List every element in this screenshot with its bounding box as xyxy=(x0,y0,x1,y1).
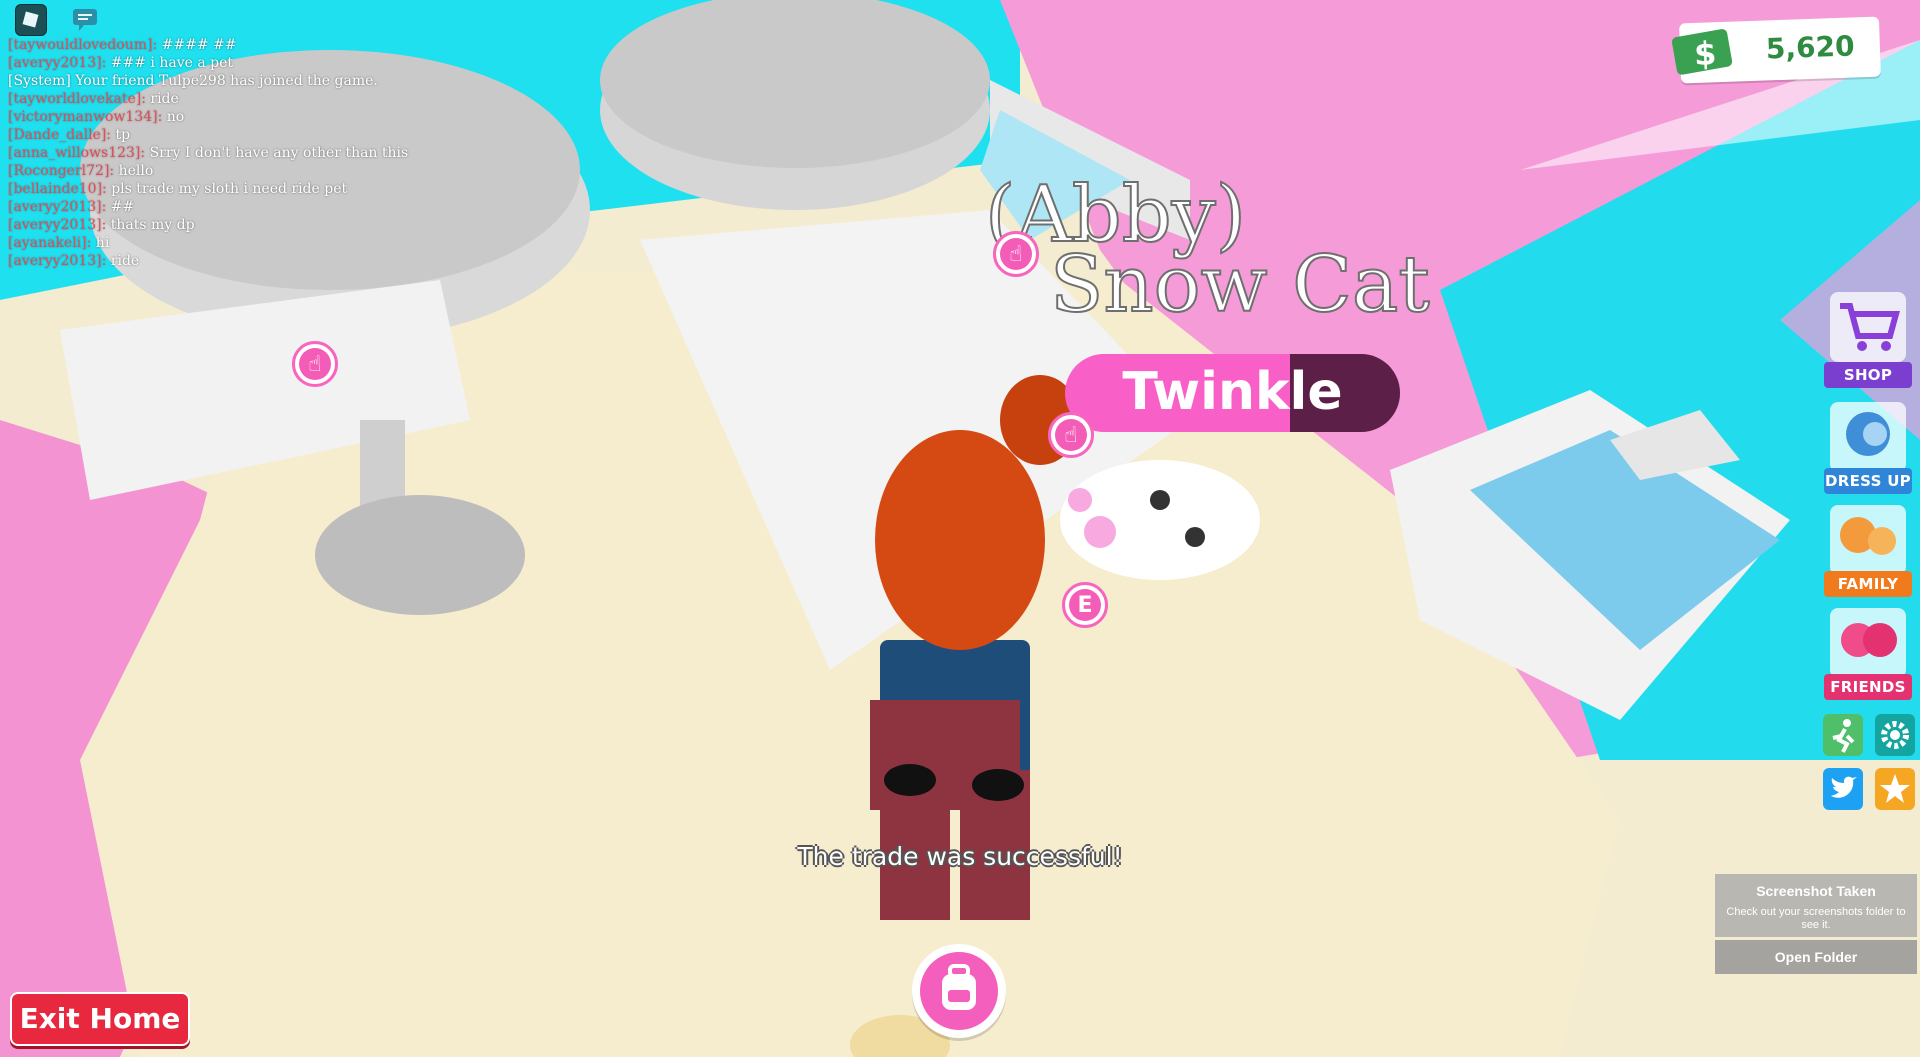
family-button[interactable]: FAMILY xyxy=(1820,505,1916,597)
screenshot-toast-body: Screenshot Taken Check out your screensh… xyxy=(1715,874,1917,937)
dress-up-button[interactable]: DRESS UP xyxy=(1820,402,1916,494)
chat-text: hi xyxy=(95,235,110,251)
running-figure-icon[interactable] xyxy=(1823,714,1863,756)
chat-username: [bellainde10]: xyxy=(8,181,107,197)
chat-text: ride xyxy=(150,91,179,107)
chat-message: [averyy2013]: thats my dp xyxy=(8,216,438,234)
dress-up-label: DRESS UP xyxy=(1824,468,1912,494)
chat-message: [anna_willows123]: Srry I don't have any… xyxy=(8,144,438,162)
chat-message: [averyy2013]: ## xyxy=(8,198,438,216)
avatar-head-icon xyxy=(1830,402,1906,472)
pet-species-tag: Snow Cat xyxy=(1049,239,1431,331)
chat-message: [bellainde10]: pls trade my sloth i need… xyxy=(8,180,438,198)
gear-icon[interactable] xyxy=(1875,714,1915,756)
pet-name: Twinkle xyxy=(1122,362,1343,422)
money-counter: $ 5,620 xyxy=(1671,16,1881,84)
chat-log: [taywouldlovedoum]: #### ## [averyy2013]… xyxy=(8,36,438,270)
chat-text: [System] Your friend Tulpe298 has joined… xyxy=(8,73,378,89)
interact-key-label: E xyxy=(1077,593,1093,618)
chat-toggle-icon[interactable] xyxy=(70,4,100,34)
interact-key-e[interactable]: E xyxy=(1062,582,1108,628)
chat-username: [averyy2013]: xyxy=(8,199,107,215)
pet-name-badge: Twinkle xyxy=(1065,354,1400,432)
chat-username: [Rocongerl72]: xyxy=(8,163,115,179)
chat-message: [Rocongerl72]: hello xyxy=(8,162,438,180)
exit-home-button[interactable]: Exit Home xyxy=(10,992,190,1046)
svg-text:$: $ xyxy=(1693,34,1717,73)
chat-message: [tayworldlovekate]: ride xyxy=(8,90,438,108)
chat-username: [taywouldlovedoum]: xyxy=(8,37,158,53)
chat-text: ## xyxy=(110,199,135,215)
chat-message: [averyy2013]: ### i have a pet xyxy=(8,54,438,72)
money-value: 5,620 xyxy=(1765,29,1856,66)
chat-system-message: [System] Your friend Tulpe298 has joined… xyxy=(8,72,438,90)
shop-button[interactable]: SHOP xyxy=(1820,292,1916,388)
twitter-icon[interactable] xyxy=(1823,768,1863,810)
toast-title: Screenshot Taken xyxy=(1756,883,1876,899)
roblox-menu-icon[interactable] xyxy=(15,4,47,36)
chat-text: pls trade my sloth i need ride pet xyxy=(111,181,348,197)
screenshot-toast: Screenshot Taken Check out your screensh… xyxy=(1715,874,1917,974)
open-folder-button[interactable]: Open Folder xyxy=(1715,940,1917,974)
friends-icon xyxy=(1830,608,1906,678)
star-icon[interactable] xyxy=(1875,768,1915,810)
chat-message: [taywouldlovedoum]: #### ## xyxy=(8,36,438,54)
chat-message: [Dande_dalle]: tp xyxy=(8,126,438,144)
chat-username: [ayanakeli]: xyxy=(8,235,92,251)
backpack-button[interactable] xyxy=(912,944,1006,1038)
chat-text: tp xyxy=(115,127,131,143)
interact-hand-icon[interactable]: ☝ xyxy=(292,341,338,387)
chat-text: no xyxy=(166,109,185,125)
interact-hand-icon[interactable]: ☝ xyxy=(993,231,1039,277)
friends-label: FRIENDS xyxy=(1824,674,1912,700)
shopping-cart-icon xyxy=(1830,292,1906,362)
family-icon xyxy=(1830,505,1906,575)
chat-username: [anna_willows123]: xyxy=(8,145,146,161)
dollar-bill-icon: $ xyxy=(1669,26,1737,78)
chat-text: ride xyxy=(110,253,140,269)
friends-button[interactable]: FRIENDS xyxy=(1820,608,1916,700)
chat-text: Srry I don't have any other than this xyxy=(149,145,409,161)
chat-username: [averyy2013]: xyxy=(8,217,107,233)
chat-username: [Dande_dalle]: xyxy=(8,127,112,143)
chat-username: [victorymanwow134]: xyxy=(8,109,163,125)
chat-username: [tayworldlovekate]: xyxy=(8,91,146,107)
family-label: FAMILY xyxy=(1824,571,1912,597)
chat-text: #### ## xyxy=(161,37,237,53)
interact-hand-icon[interactable]: ☝ xyxy=(1048,412,1094,458)
toast-text: Check out your screenshots folder to see… xyxy=(1726,906,1906,931)
chat-username: [averyy2013]: xyxy=(8,253,107,269)
chat-text: thats my dp xyxy=(110,217,195,233)
shop-label: SHOP xyxy=(1824,362,1912,388)
exit-home-label: Exit Home xyxy=(19,1002,181,1035)
chat-message: [averyy2013]: ride xyxy=(8,252,438,270)
trade-status-message: The trade was successful! xyxy=(797,842,1123,871)
chat-username: [averyy2013]: xyxy=(8,55,107,71)
chat-text: hello xyxy=(118,163,154,179)
chat-text: ### i have a pet xyxy=(110,55,234,71)
chat-message: [ayanakeli]: hi xyxy=(8,234,438,252)
backpack-icon xyxy=(942,964,976,1010)
chat-message: [victorymanwow134]: no xyxy=(8,108,438,126)
